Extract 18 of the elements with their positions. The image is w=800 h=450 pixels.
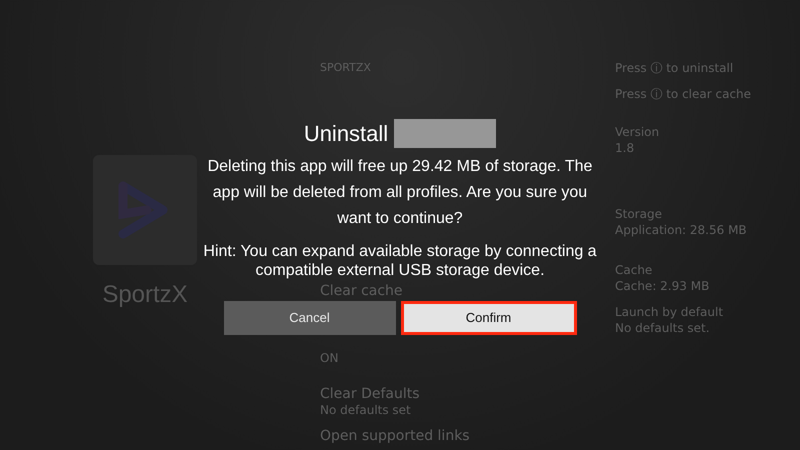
hint-text: Press ⓘ to clear cache <box>615 86 752 102</box>
dialog-message: Deleting this app will free up 29.42 MB of storage. The app will be deleted from all profiles. Are you sure you want to continue? <box>206 157 594 229</box>
item-value: No defaults set <box>320 402 412 418</box>
info-value: No defaults set. <box>615 320 711 336</box>
dialog-title: Uninstall <box>304 120 388 148</box>
info-label: Version <box>615 124 660 140</box>
info-label: Storage <box>615 206 663 222</box>
info-label: Cache <box>615 262 654 278</box>
dialog-hint: Hint: You can expand available storage by connecting a compatible external USB storage device. <box>202 242 598 280</box>
info-value: Application: 28.56 MB <box>615 222 748 238</box>
info-label: Launch by default <box>615 304 724 320</box>
confirm-button[interactable]: Confirm <box>400 301 576 335</box>
info-value: Cache: 2.93 MB <box>615 278 710 294</box>
cancel-button[interactable]: Cancel <box>224 301 396 335</box>
app-name: SportzX <box>102 280 188 310</box>
info-value: 1.8 <box>615 140 636 156</box>
item-value: ON <box>320 350 340 366</box>
hint-text: Press ⓘ to uninstall <box>615 60 734 76</box>
